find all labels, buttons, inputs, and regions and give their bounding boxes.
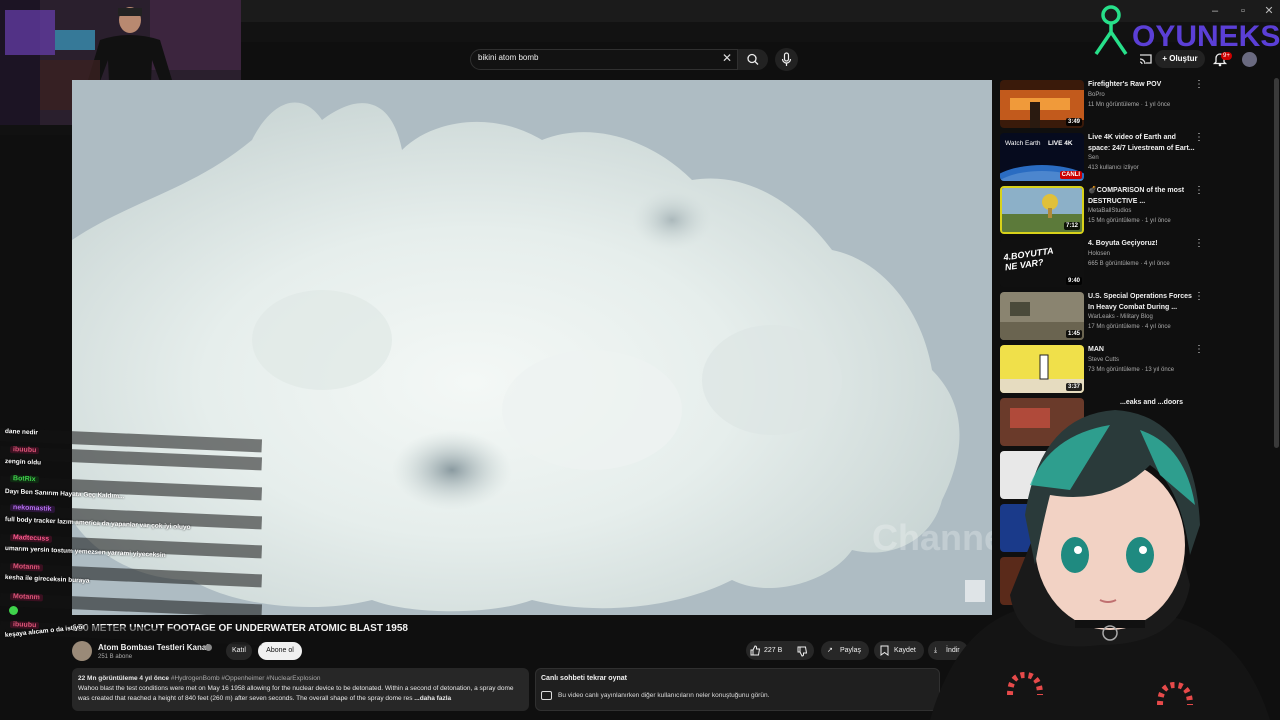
recommendation-item[interactable]: 3:49 Firefighter's Raw POV BoPro 11 Mn g…: [1000, 80, 1220, 130]
verified-icon: [205, 644, 212, 651]
vtuber-avatar: [930, 410, 1270, 720]
recommendation-title[interactable]: 4. Boyuta Geçiyoruz!: [1088, 239, 1200, 250]
chat-username: BotRix: [9, 475, 39, 484]
emote-icon: [9, 606, 18, 615]
logo-text: OYUNEKS: [1132, 20, 1280, 53]
recommendation-channel[interactable]: Holosen: [1088, 251, 1200, 257]
dislike-icon[interactable]: [797, 646, 808, 657]
more-options-icon[interactable]: ⋮: [1194, 80, 1204, 90]
chat-replay-title: Canlı sohbeti tekrar oynat: [541, 675, 627, 682]
recommendation-channel[interactable]: BoPro: [1088, 92, 1200, 98]
video-duration: 3:49: [1065, 118, 1082, 126]
description-box[interactable]: 22 Mn görüntüleme 4 yıl önce #HydrogenBo…: [72, 668, 529, 711]
subscribe-button[interactable]: Abone ol: [258, 642, 302, 660]
like-count[interactable]: 227 B: [764, 641, 782, 660]
video-duration: 9:40: [1065, 277, 1082, 285]
share-button[interactable]: ↗ Paylaş: [821, 641, 869, 660]
video-thumbnail[interactable]: 7:12: [1000, 186, 1084, 234]
search-button[interactable]: [738, 49, 768, 70]
recommendation-item[interactable]: 3:37 MAN Steve Cutts 73 Mn görüntüleme ·…: [1000, 345, 1220, 395]
show-more-link[interactable]: ...daha fazla: [414, 695, 451, 702]
recommendation-title[interactable]: MAN: [1088, 345, 1200, 356]
video-thumbnail[interactable]: 3:37: [1000, 345, 1084, 393]
chat-username: Motanm: [9, 563, 43, 572]
recommendation-item[interactable]: Watch Earth LIVE 4K CANLI Live 4K video …: [1000, 133, 1220, 183]
recommendation-item[interactable]: 1:45 U.S. Special Operations Forces In H…: [1000, 292, 1220, 342]
thumbnail-text: Watch Earth: [1005, 140, 1041, 147]
oyuneks-logo: OYUNEKS: [1094, 5, 1280, 55]
video-thumbnail[interactable]: 4.BOYUTTA NE VAR? 9:40: [1000, 239, 1084, 287]
more-options-icon[interactable]: ⋮: [1194, 292, 1204, 302]
subscriber-count: 251 B abone: [98, 654, 133, 660]
recommendation-item[interactable]: 7:12 💣COMPARISON of the most DESTRUCTIVE…: [1000, 186, 1220, 236]
recommendation-channel[interactable]: MetaBallStudios: [1088, 208, 1200, 214]
video-player[interactable]: Channel: [72, 80, 992, 615]
live-badge: CANLI: [1059, 171, 1082, 179]
chat-icon: [541, 691, 552, 700]
share-icon: ↗: [827, 647, 833, 654]
recommendation-stats: 11 Mn görüntüleme · 1 yıl önce: [1088, 102, 1171, 108]
chat-replay-text: Bu video canlı yayınlanırken diğer kulla…: [558, 692, 770, 699]
search-icon: [747, 53, 759, 65]
recommendation-title[interactable]: Live 4K video of Earth and space: 24/7 L…: [1088, 133, 1200, 154]
chat-message: dane nedir: [4, 428, 38, 437]
video-duration: 3:37: [1065, 383, 1082, 391]
recommendation-stats: 73 Mn görüntüleme · 13 yıl önce: [1088, 367, 1175, 373]
channel-avatar[interactable]: [72, 641, 92, 661]
share-label: Paylaş: [840, 647, 862, 654]
recommendation-item[interactable]: 4.BOYUTTA NE VAR? 9:40 4. Boyuta Geçiyor…: [1000, 239, 1220, 289]
recommendation-channel[interactable]: Sen: [1088, 155, 1200, 161]
chat-username: ibuubu: [9, 446, 40, 455]
channel-name[interactable]: Atom Bombası Testleri Kanalı: [98, 643, 211, 652]
sidebar-scrollbar[interactable]: [1274, 78, 1279, 448]
recommendation-stats: 17 Mn görüntüleme · 4 yıl önce: [1088, 324, 1171, 330]
recommendation-stats: 15 Mn görüntüleme · 1 yıl önce: [1088, 218, 1171, 224]
search-query[interactable]: bikini atom bomb: [478, 53, 538, 62]
recommendation-stats: 665 B görüntüleme · 4 yıl önce: [1088, 261, 1170, 267]
like-icon[interactable]: [750, 645, 761, 656]
more-options-icon[interactable]: ⋮: [1194, 239, 1204, 249]
video-thumbnail[interactable]: 3:49: [1000, 80, 1084, 128]
video-duration: 7:12: [1063, 222, 1080, 230]
chat-username: Motanm: [9, 593, 43, 602]
recommendation-title[interactable]: Firefighter's Raw POV: [1088, 80, 1200, 91]
clear-search-icon[interactable]: ✕: [722, 51, 732, 65]
bookmark-icon: [880, 645, 889, 656]
recommendation-channel[interactable]: Steve Cutts: [1088, 357, 1200, 363]
more-options-icon[interactable]: ⋮: [1194, 133, 1204, 143]
video-thumbnail[interactable]: 1:45: [1000, 292, 1084, 340]
more-options-icon[interactable]: ⋮: [1194, 345, 1204, 355]
description-hashtags[interactable]: #HydrogenBomb #Oppenheimer #NuclearExplo…: [171, 675, 321, 682]
voice-search-button[interactable]: [775, 48, 798, 71]
view-count-date: 22 Mn görüntüleme 4 yıl önce: [78, 675, 170, 682]
chat-message: zengin oldu: [4, 458, 42, 467]
thumbnail-tag: LIVE 4K: [1048, 140, 1073, 147]
explosion-frame: Channel: [72, 80, 992, 615]
more-options-icon[interactable]: ⋮: [1194, 186, 1204, 196]
recommendation-stats: 413 kullanıcı izliyor: [1088, 165, 1139, 171]
microphone-icon: [781, 52, 792, 66]
video-thumbnail[interactable]: Watch Earth LIVE 4K CANLI: [1000, 133, 1084, 181]
recommendation-channel[interactable]: WarLeaks - Military Blog: [1088, 314, 1200, 320]
recommendation-title[interactable]: 💣COMPARISON of the most DESTRUCTIVE ...: [1088, 186, 1200, 207]
video-duration: 1:45: [1065, 330, 1082, 338]
recommendation-title[interactable]: U.S. Special Operations Forces In Heavy …: [1088, 292, 1200, 313]
like-dislike-group: 227 B: [746, 641, 814, 660]
